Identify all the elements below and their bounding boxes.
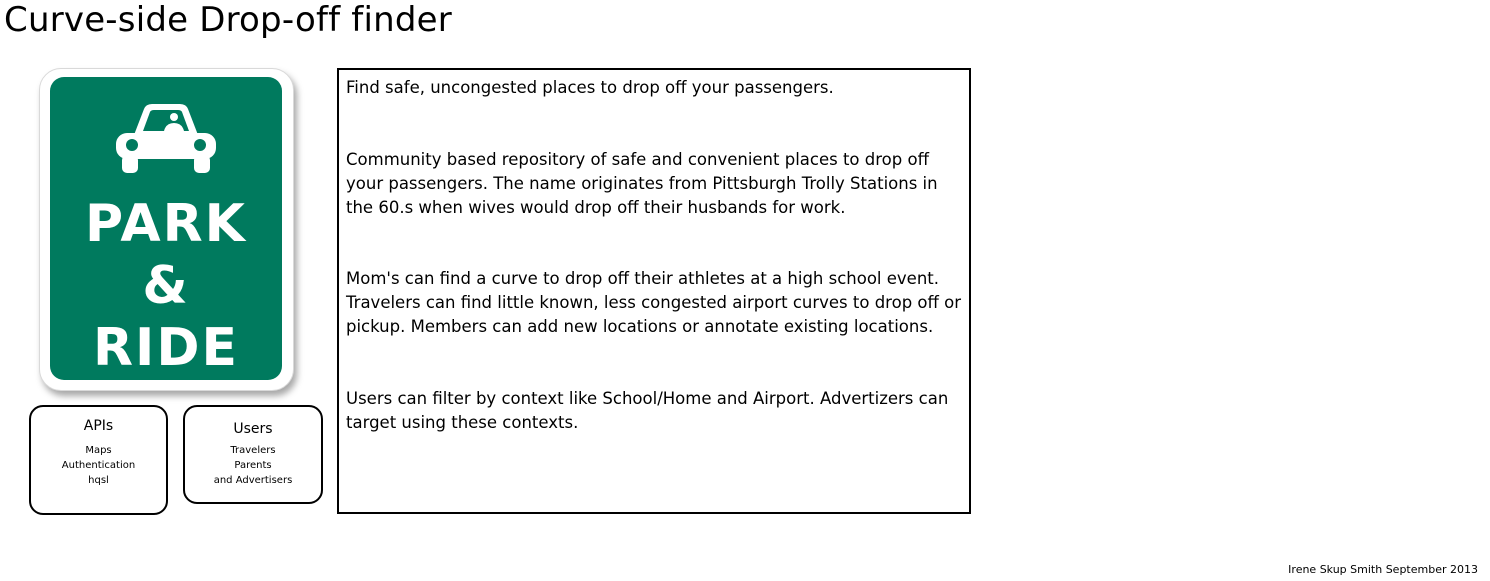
park-and-ride-sign: PARK & RIDE	[39, 68, 294, 391]
author-credit: Irene Skup Smith September 2013	[1288, 563, 1478, 576]
sign-text-ride: RIDE	[92, 318, 240, 378]
description-paragraph: Community based repository of safe and c…	[346, 150, 938, 217]
apis-item: hqsl	[88, 475, 109, 486]
sign-text-ampersand: &	[142, 256, 190, 316]
description-paragraph: Find safe, uncongested places to drop of…	[346, 78, 834, 97]
apis-card-title: APIs	[83, 418, 114, 434]
description-paragraph: Users can filter by context like School/…	[346, 389, 949, 432]
users-card-items: Travelers Parents and Advertisers	[185, 443, 321, 488]
apis-item: Authentication	[61, 460, 136, 471]
sign-panel: PARK & RIDE	[50, 77, 282, 380]
description-box: Find safe, uncongested places to drop of…	[337, 68, 971, 514]
users-item: Travelers	[230, 445, 276, 456]
page-title: Curve-side Drop-off finder	[4, 0, 452, 40]
users-item: Parents	[234, 460, 272, 471]
apis-card-items: Maps Authentication hqsl	[31, 443, 166, 488]
apis-card: APIs Maps Authentication hqsl	[29, 405, 168, 515]
users-item: and Advertisers	[213, 475, 293, 486]
car-with-driver-icon	[116, 104, 216, 173]
users-card: Users Travelers Parents and Advertisers	[183, 405, 323, 504]
apis-item: Maps	[85, 445, 112, 456]
description-paragraph: Mom's can find a curve to drop off their…	[346, 269, 961, 336]
sign-text-park: PARK	[85, 194, 247, 254]
users-card-title: Users	[233, 421, 273, 437]
